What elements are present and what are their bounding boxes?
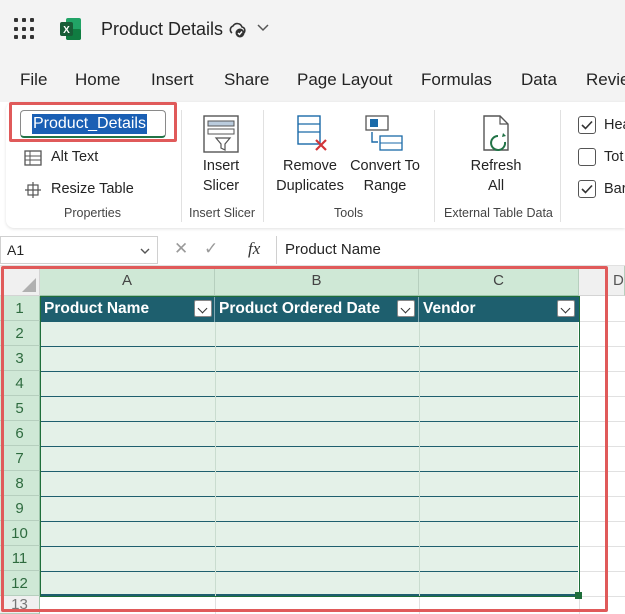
remove-duplicates-line1[interactable]: Remove: [274, 158, 346, 174]
excel-logo-icon: X: [60, 18, 81, 40]
group-label-properties: Properties: [64, 206, 121, 220]
banded-rows-label: Bar: [604, 181, 625, 197]
alt-text-icon: [24, 150, 42, 166]
alt-text-button[interactable]: Alt Text: [51, 149, 98, 165]
saved-status-icon[interactable]: [228, 20, 248, 40]
ribbon-separator: [263, 110, 264, 222]
formula-input[interactable]: Product Name: [276, 236, 625, 264]
insert-slicer-icon: [203, 115, 239, 153]
menu-share[interactable]: Share: [224, 70, 269, 90]
group-label-tools: Tools: [334, 206, 364, 220]
checkmark-icon: [581, 184, 593, 194]
resize-table-icon: [25, 182, 41, 198]
refresh-all-line1[interactable]: Refresh: [460, 158, 532, 174]
insert-slicer-line2[interactable]: Slicer: [188, 178, 254, 194]
menu-page-layout[interactable]: Page Layout: [297, 70, 392, 90]
formula-bar: A1 ✕ ✓ fx Product Name: [0, 232, 625, 266]
cancel-icon[interactable]: ✕: [174, 239, 188, 259]
ribbon-separator: [181, 110, 182, 222]
menu-home[interactable]: Home: [75, 70, 120, 90]
ribbon-separator: [560, 110, 561, 222]
remove-duplicates-line2[interactable]: Duplicates: [274, 178, 346, 194]
menu-insert[interactable]: Insert: [151, 70, 194, 90]
svg-text:X: X: [63, 25, 70, 36]
name-box[interactable]: A1: [0, 236, 158, 264]
menu-file[interactable]: File: [20, 70, 47, 90]
convert-to-range-line1[interactable]: Convert To: [348, 158, 422, 174]
insert-function-icon[interactable]: fx: [248, 239, 260, 259]
group-label-external-table-data: External Table Data: [444, 206, 553, 220]
menu-review[interactable]: Revie: [586, 70, 625, 90]
group-label-insert-slicer: Insert Slicer: [189, 206, 255, 220]
worksheet-grid[interactable]: A B C D 1 2 3 4 5 6 7 8 9 10 11 12 13 Pr…: [0, 266, 625, 614]
chevron-down-icon[interactable]: [256, 20, 270, 34]
highlight-table: [1, 266, 608, 612]
formula-value: Product Name: [285, 241, 381, 258]
total-row-label: Tot: [604, 149, 624, 165]
app-launcher-icon[interactable]: [14, 18, 36, 40]
ribbon-separator: [434, 110, 435, 222]
checkmark-icon: [581, 120, 593, 130]
resize-table-button[interactable]: Resize Table: [51, 181, 134, 197]
chevron-down-icon[interactable]: [139, 245, 151, 257]
banded-rows-checkbox[interactable]: [578, 180, 596, 198]
menu-bar: File Home Insert Share Page Layout Formu…: [0, 60, 625, 102]
menu-data[interactable]: Data: [521, 70, 557, 90]
menu-formulas[interactable]: Formulas: [421, 70, 492, 90]
header-row-label: Hea: [604, 117, 625, 133]
convert-to-range-icon: [365, 115, 403, 151]
document-title[interactable]: Product Details: [101, 19, 223, 40]
total-row-checkbox[interactable]: [578, 148, 596, 166]
header-row-checkbox[interactable]: [578, 116, 596, 134]
refresh-all-icon: [483, 115, 509, 151]
enter-icon[interactable]: ✓: [204, 239, 218, 259]
name-box-value: A1: [7, 242, 25, 258]
convert-to-range-line2[interactable]: Range: [348, 178, 422, 194]
refresh-all-line2[interactable]: All: [460, 178, 532, 194]
remove-duplicates-icon: [297, 115, 327, 151]
title-bar: X Product Details: [0, 0, 625, 60]
insert-slicer-line1[interactable]: Insert: [188, 158, 254, 174]
highlight-table-name: [9, 102, 177, 142]
